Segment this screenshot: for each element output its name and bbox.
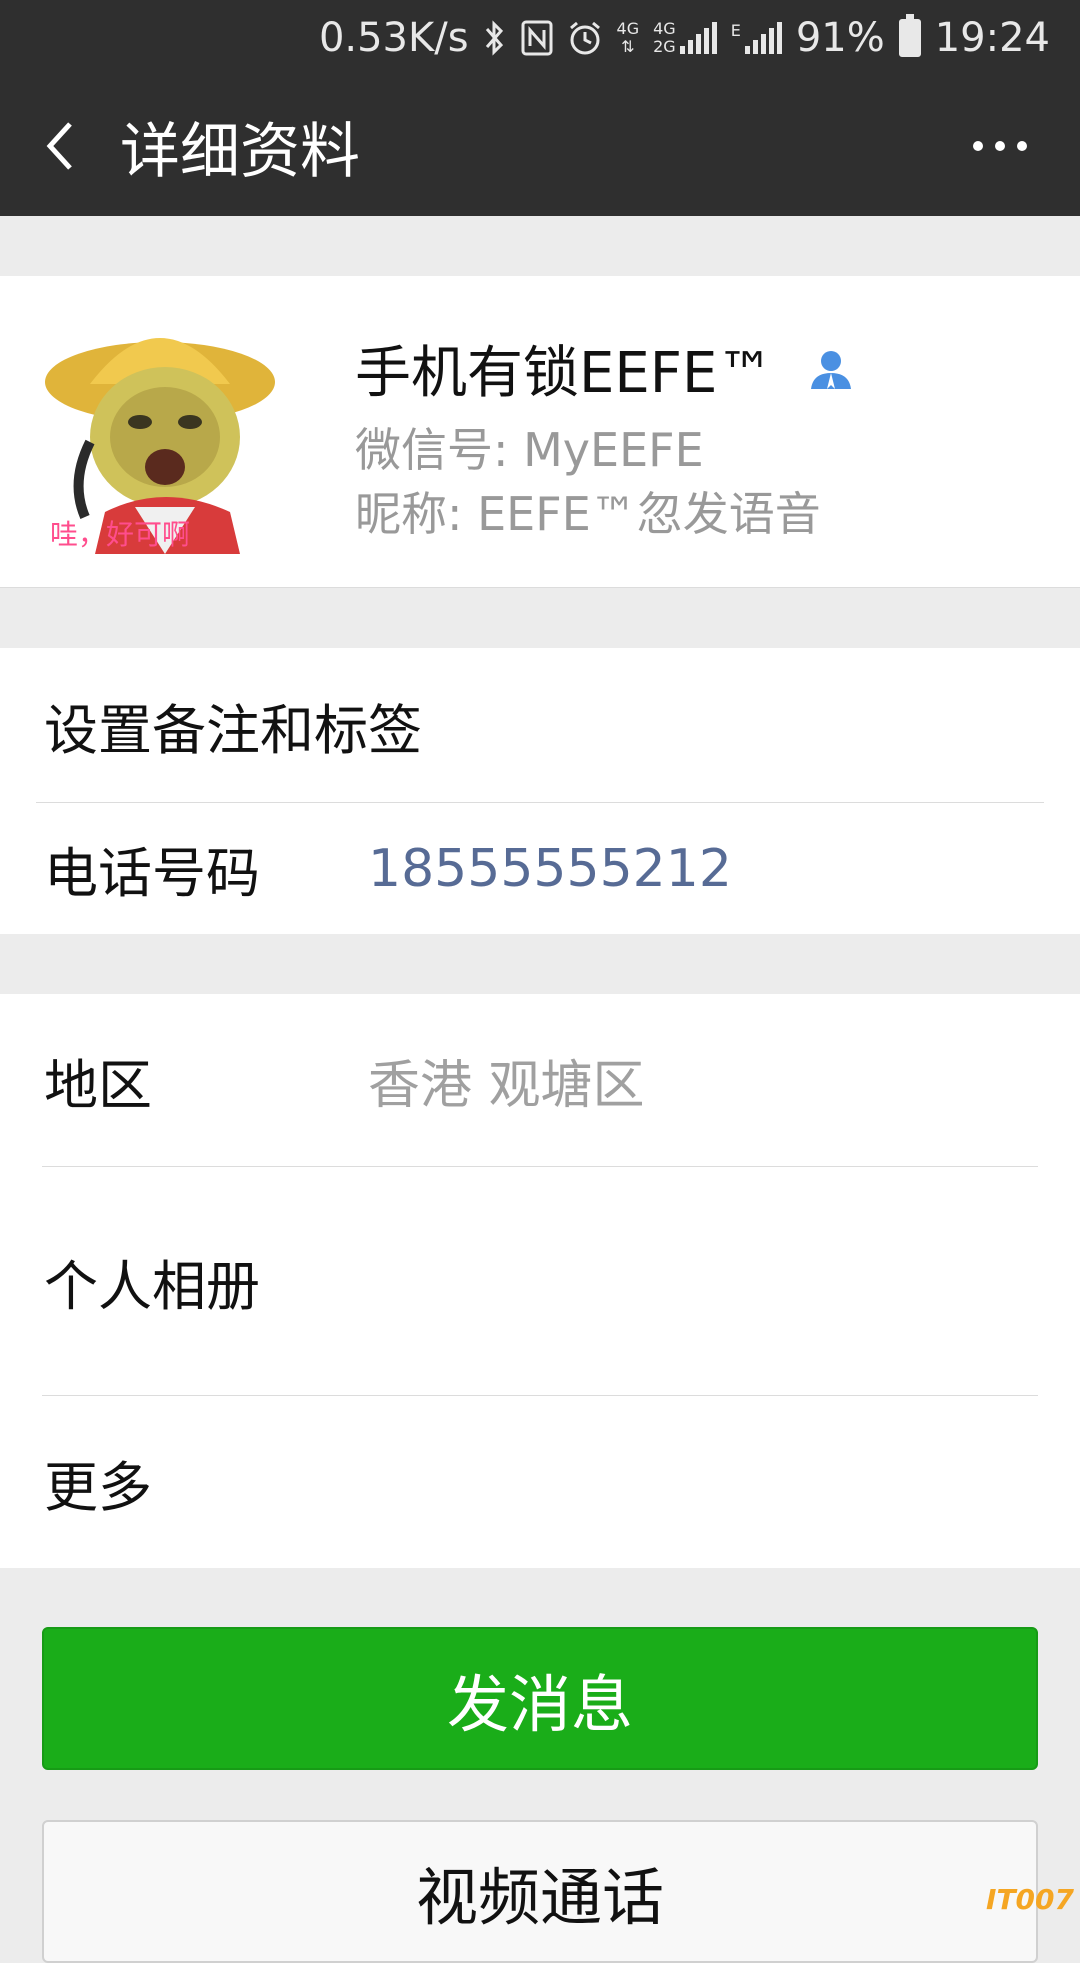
wechat-id: 微信号: MyEEFE xyxy=(355,414,704,480)
send-message-button[interactable]: 发消息 xyxy=(42,1627,1038,1770)
phone-label: 电话号码 xyxy=(44,829,260,908)
battery-icon xyxy=(899,19,921,57)
network-4g-icon: 4G⇅ xyxy=(617,20,640,56)
profile-name: 手机有锁EEFE™ xyxy=(355,328,855,409)
more-options-button[interactable] xyxy=(960,116,1040,176)
remark-tags-row[interactable]: 设置备注和标签 xyxy=(0,648,1080,802)
nickname: 昵称: EEFE™忽发语音 xyxy=(355,478,821,544)
region-value: 香港 观塘区 xyxy=(368,1043,645,1118)
back-arrow-icon xyxy=(40,116,80,176)
dot-icon xyxy=(973,141,983,151)
region-row: 地区 香港 观塘区 xyxy=(0,994,1080,1166)
personal-album-label: 个人相册 xyxy=(44,1242,260,1321)
contact-person-icon xyxy=(807,345,855,393)
signal-bars-icon xyxy=(745,22,782,54)
avatar-image: 哇，好可啊 xyxy=(40,312,282,554)
region-label: 地区 xyxy=(44,1041,152,1120)
bluetooth-icon xyxy=(483,19,507,57)
signal-sim2: E xyxy=(731,22,782,54)
clock: 19:24 xyxy=(935,15,1050,61)
dot-icon xyxy=(995,141,1005,151)
signal-bars-icon xyxy=(680,22,717,54)
title-bar: 详细资料 xyxy=(0,76,1080,216)
dot-icon xyxy=(1017,141,1027,151)
avatar[interactable]: 哇，好可啊 xyxy=(40,312,282,554)
profile-name-text: 手机有锁EEFE™ xyxy=(355,328,773,409)
remark-tags-label: 设置备注和标签 xyxy=(44,686,422,765)
alarm-icon xyxy=(567,20,603,56)
phone-number-link[interactable]: 18555555212 xyxy=(368,839,732,899)
details-section: 地区 香港 观塘区 个人相册 更多 xyxy=(0,994,1080,1568)
back-button[interactable] xyxy=(0,76,120,216)
video-call-button[interactable]: 视频通话 xyxy=(42,1820,1038,1963)
nfc-icon xyxy=(521,20,553,56)
avatar-caption: 哇，好可啊 xyxy=(50,518,190,551)
phone-row: 电话号码 18555555212 xyxy=(0,803,1080,934)
page-title: 详细资料 xyxy=(120,103,360,190)
status-bar: 0.53K/s 4G⇅ 4G2G E 91% 19:24 xyxy=(0,0,1080,76)
network-speed: 0.53K/s xyxy=(319,15,469,61)
personal-album-row[interactable]: 个人相册 xyxy=(0,1167,1080,1395)
more-row[interactable]: 更多 xyxy=(0,1396,1080,1568)
watermark-logo: IT007 xyxy=(986,1883,1074,1916)
more-label: 更多 xyxy=(44,1443,152,1522)
battery-percent: 91% xyxy=(796,15,885,61)
signal-sim1: 4G2G xyxy=(653,20,717,56)
contact-info-section: 设置备注和标签 电话号码 18555555212 xyxy=(0,648,1080,934)
